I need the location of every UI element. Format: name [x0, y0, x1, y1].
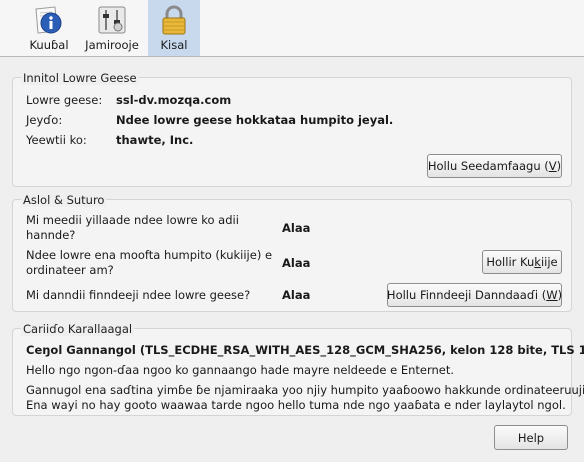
owner-label: Jeyɗo:	[26, 113, 63, 127]
visited-answer: Alaa	[282, 221, 311, 235]
technical-details-legend: Cariiɗo Karallaagal	[21, 322, 135, 336]
view-passwords-button[interactable]: Hollu Finndeeji Danndaaɗi (W)	[387, 283, 562, 307]
view-certificate-label-end: )	[556, 159, 562, 173]
tab-general[interactable]: Kuuɓal	[22, 0, 76, 56]
view-passwords-accesskey: W	[546, 288, 558, 302]
help-button-label: Help	[517, 430, 545, 445]
website-identity-group: Innitol Lowre Geese Lowre geese: ssl-dv.…	[12, 71, 572, 187]
tab-general-label: Kuuɓal	[29, 38, 69, 52]
visited-question-line1: Mi meedii yillaade ndee lowre ko adii	[26, 213, 239, 227]
website-value: ssl-dv.mozqa.com	[116, 93, 232, 107]
technical-details-group: Cariiɗo Karallaagal Ceŋol Gannangol (TLS…	[12, 322, 584, 416]
passwords-answer: Alaa	[282, 288, 311, 302]
cipher-details: Ceŋol Gannangol (TLS_ECDHE_RSA_WITH_AES_…	[26, 343, 584, 357]
cookies-answer: Alaa	[282, 256, 311, 270]
view-passwords-label-end: )	[557, 288, 563, 302]
passwords-question: Mi danndii finndeeji ndee lowre geese?	[26, 288, 251, 302]
view-certificate-accesskey: V	[548, 159, 557, 173]
encryption-summary: Hello ngo ngon-ɗaa ngoo ko gannaango had…	[26, 363, 455, 377]
view-certificate-button[interactable]: Hollu Seedamfaagu (V)	[427, 154, 562, 178]
view-cookies-label-end: iije	[540, 255, 558, 269]
tab-security[interactable]: Kisal	[148, 0, 200, 56]
media-sliders-icon	[96, 4, 128, 36]
padlock-icon	[158, 4, 190, 36]
owner-value: Ndee lowre geese hokkataa humpito jeyal.	[116, 113, 394, 127]
view-cookies-accesskey: k	[534, 255, 541, 269]
privacy-history-group: Aslol & Suturo Mi meedii yillaade ndee l…	[12, 193, 572, 312]
help-button[interactable]: Help	[494, 425, 568, 450]
tab-media[interactable]: Jamirooje	[84, 0, 140, 56]
tab-security-label: Kisal	[160, 38, 188, 52]
view-certificate-label: Hollu Seedamfaagu (	[427, 159, 549, 173]
encryption-explanation-line1: Gannugol ena saɗtina yimɓe ɓe njamiraaka…	[26, 383, 584, 397]
verified-by-label: Yeewtii ko:	[26, 133, 87, 147]
view-cookies-button[interactable]: Hollir Ku k iije	[482, 250, 562, 274]
verified-by-value: thawte, Inc.	[116, 133, 194, 147]
cookies-question-line1: Ndee lowre ena moofta humpito (kukiije) …	[26, 248, 273, 262]
view-cookies-label: Hollir Ku	[486, 255, 535, 269]
visited-question-line2: hannde?	[26, 228, 76, 242]
privacy-history-legend: Aslol & Suturo	[21, 193, 107, 207]
toolbar: Kuuɓal Jamirooje Kisal	[0, 0, 584, 57]
view-passwords-label: Hollu Finndeeji Danndaaɗi (	[386, 288, 547, 302]
tab-media-label: Jamirooje	[85, 38, 139, 52]
website-identity-legend: Innitol Lowre Geese	[21, 71, 139, 85]
cookies-question-line2: ordinateer am?	[26, 263, 114, 277]
website-label: Lowre geese:	[26, 93, 103, 107]
info-icon	[33, 4, 65, 36]
encryption-explanation-line2: Ena wayi no hay gooto waawaa tarde ngoo …	[26, 398, 566, 412]
